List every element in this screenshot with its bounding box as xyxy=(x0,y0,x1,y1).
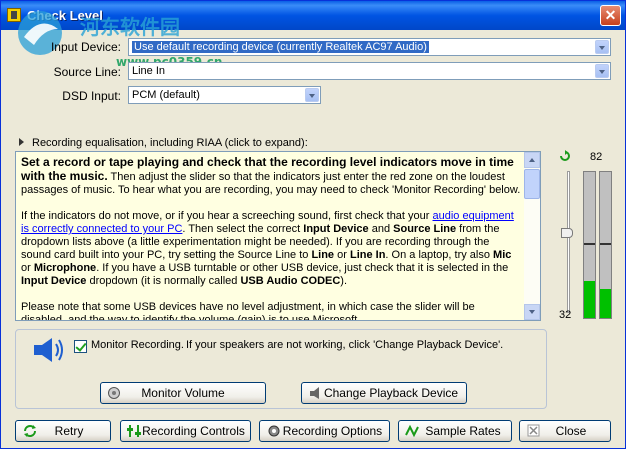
speaker-icon xyxy=(34,338,63,362)
level-slider-thumb[interactable] xyxy=(561,228,573,238)
change-playback-label: Change Playback Device xyxy=(323,386,459,400)
left-channel-fill xyxy=(584,281,595,318)
right-channel-peak xyxy=(600,243,611,245)
left-channel-bar xyxy=(583,171,596,319)
close-label: Close xyxy=(555,424,587,438)
monitor-hint: If your speakers are not working, click … xyxy=(186,339,504,351)
recording-options-label: Recording Options xyxy=(282,424,383,438)
text-run: or xyxy=(21,262,34,274)
meter-bottom-label: 32 xyxy=(559,309,572,321)
sample-rates-button[interactable]: Sample Rates xyxy=(398,420,512,442)
text-bold: USB Audio CODEC xyxy=(240,275,341,287)
close-icon: ✕ xyxy=(604,7,617,23)
text-bold: Line In xyxy=(349,249,386,261)
slider-controls-icon xyxy=(127,425,141,437)
dsd-input-select[interactable]: PCM (default) xyxy=(128,86,321,104)
gear-icon xyxy=(268,425,280,437)
source-line-label: Source Line: xyxy=(53,65,121,79)
change-playback-device-button[interactable]: Change Playback Device xyxy=(301,382,467,404)
instructions-box[interactable]: Set a record or tape playing and check t… xyxy=(15,151,541,321)
scroll-thumb[interactable] xyxy=(524,169,540,199)
recording-options-button[interactable]: Recording Options xyxy=(259,420,390,442)
close-button[interactable]: Close xyxy=(519,420,611,442)
retry-label: Retry xyxy=(54,424,84,438)
level-meter: 82 32 xyxy=(553,149,623,325)
input-device-select[interactable]: Use default recording device (currently … xyxy=(128,38,611,56)
scroll-down-icon[interactable] xyxy=(524,304,540,320)
chevron-down-icon[interactable] xyxy=(305,88,319,102)
text-run: or xyxy=(334,249,350,261)
right-channel-bar xyxy=(599,171,612,319)
chevron-down-icon[interactable] xyxy=(595,64,609,78)
text-bold: Microphone xyxy=(33,262,97,274)
waveform-icon xyxy=(405,424,419,438)
monitor-panel: Monitor Recording. If your speakers are … xyxy=(15,329,547,409)
level-slider-track[interactable] xyxy=(567,171,570,313)
text-bold: Mic xyxy=(493,249,512,261)
source-line-select[interactable]: Line In xyxy=(128,62,611,80)
check-level-window: Check Level ✕ 河东软件园 www.pc0359.cn Input … xyxy=(0,0,626,449)
instructions-para-3: Please note that some USB devices have n… xyxy=(21,301,475,321)
retry-button[interactable]: Retry xyxy=(15,420,111,442)
recording-controls-button[interactable]: Recording Controls xyxy=(120,420,251,442)
left-channel-peak xyxy=(584,243,595,245)
text-run: . If you have a USB turntable or other U… xyxy=(96,262,509,274)
text-run: and xyxy=(368,223,394,235)
right-channel-fill xyxy=(600,289,611,318)
input-device-value: Use default recording device (currently … xyxy=(132,41,429,53)
text-bold: Line xyxy=(311,249,335,261)
text-run: dropdown (it is normally called xyxy=(86,275,241,287)
instructions-para-2: If the indicators do not move, or if you… xyxy=(21,210,521,288)
dsd-input-label: DSD Input: xyxy=(62,89,121,103)
volume-knob-icon xyxy=(108,387,120,399)
speaker-device-icon xyxy=(310,387,319,399)
refresh-icon xyxy=(24,425,36,437)
text-run: ). xyxy=(340,275,348,287)
monitor-recording-checkbox[interactable] xyxy=(74,340,87,353)
text-bold: Source Line xyxy=(393,223,457,235)
dsd-input-value: PCM (default) xyxy=(132,89,200,101)
source-line-value: Line In xyxy=(132,65,166,77)
scroll-up-icon[interactable] xyxy=(524,152,540,168)
monitor-recording-label[interactable]: Monitor Recording. xyxy=(91,339,184,351)
monitor-volume-button[interactable]: Monitor Volume xyxy=(100,382,266,404)
close-icon xyxy=(527,424,540,437)
instructions-scrollbar[interactable] xyxy=(524,152,540,320)
equalisation-expander[interactable]: Recording equalisation, including RIAA (… xyxy=(19,137,308,149)
monitor-volume-label: Monitor Volume xyxy=(141,386,225,400)
text-run: . Then select the correct xyxy=(182,223,304,235)
reset-arrow-icon[interactable] xyxy=(559,150,571,162)
text-run: . On a laptop, try also xyxy=(385,249,494,261)
expand-triangle-icon xyxy=(19,138,24,146)
sample-rates-label: Sample Rates xyxy=(425,424,501,438)
meter-top-label: 82 xyxy=(590,151,603,163)
input-device-label: Input Device: xyxy=(50,40,121,54)
equalisation-label: Recording equalisation, including RIAA (… xyxy=(32,137,308,149)
watermark-text: 河东软件园 xyxy=(80,15,180,39)
window-close-button[interactable]: ✕ xyxy=(600,5,621,26)
recording-controls-label: Recording Controls xyxy=(142,424,245,438)
chevron-down-icon[interactable] xyxy=(595,40,609,54)
text-bold: Input Device xyxy=(303,223,369,235)
text-run: If the indicators do not move, or if you… xyxy=(21,210,433,222)
instructions-para-1: Set a record or tape playing and check t… xyxy=(21,156,521,197)
text-bold: Input Device xyxy=(21,275,87,287)
